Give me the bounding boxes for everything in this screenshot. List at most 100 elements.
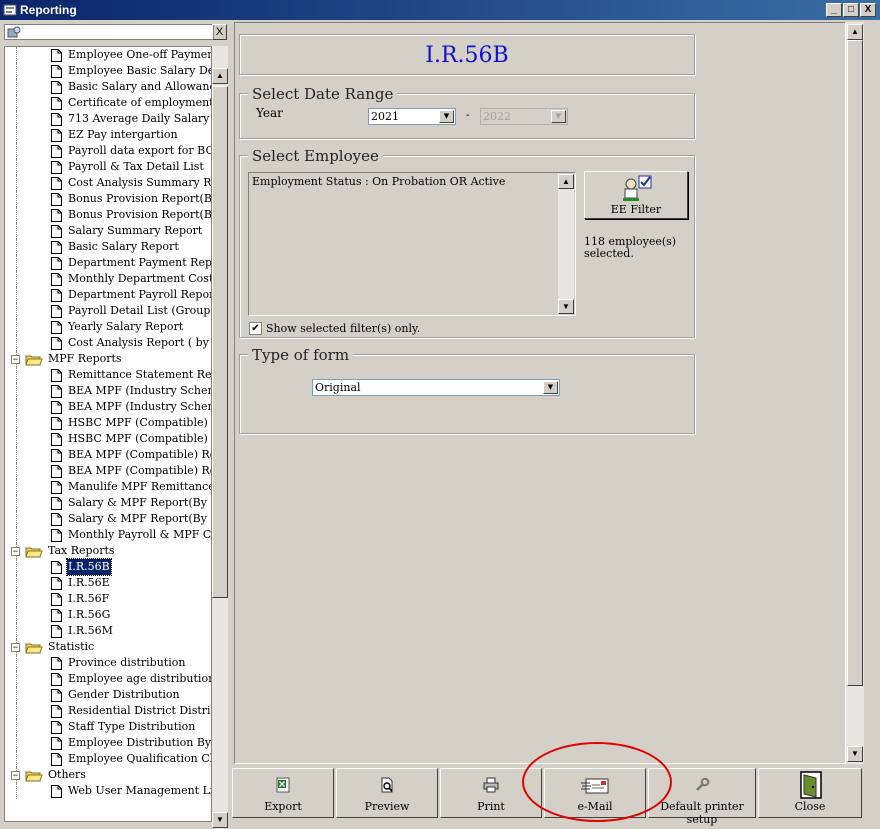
tree-item[interactable]: Employee Qualification Chart [5,751,211,767]
tree-item[interactable]: Employee Distribution By Dep [5,735,211,751]
employee-filter-list[interactable]: Employment Status : On Probation OR Acti… [248,172,576,316]
tree-item[interactable]: Bonus Provision Report(By St [5,191,211,207]
tree-connector [16,719,17,735]
main-vertical-scrollbar[interactable]: ▲ ▼ [846,22,864,764]
close-window-button[interactable]: X [860,3,876,17]
tree-connector [16,527,17,543]
from-year-select[interactable]: 2021 ▼ [368,108,456,125]
tree-item[interactable]: Employee Basic Salary Detail F [5,63,211,79]
tree-item-label: Employee One-off Payment Re [68,48,211,61]
tree-item[interactable]: Staff Type Distribution [5,719,211,735]
tree-item-label: Payroll & Tax Detail List [68,160,204,173]
tree-item[interactable]: Province distribution [5,655,211,671]
tree-item[interactable]: HSBC MPF (Compatible) Rem [5,415,211,431]
tree-item[interactable]: Cost Analysis Summary Repor [5,175,211,191]
email-button[interactable]: e-Mail [544,768,646,818]
tree-item[interactable]: Manulife MPF Remittance state [5,479,211,495]
tree-item[interactable]: Cost Analysis Report ( by Bran [5,335,211,351]
tree-item[interactable]: I.R.56G [5,607,211,623]
show-selected-checkbox[interactable]: ✔ [249,322,262,335]
ee-filter-button[interactable]: EE Filter [584,171,688,219]
tree-folder[interactable]: − Others [5,767,211,783]
chevron-down-icon[interactable]: ▼ [543,381,558,394]
tree-item[interactable]: Monthly Payroll & MPF Comp [5,527,211,543]
export-button[interactable]: Export [232,768,334,818]
tree-item[interactable]: Monthly Department Cost of L [5,271,211,287]
tree-item[interactable]: Payroll Detail List (Group by P [5,303,211,319]
tree-item[interactable]: Web User Management List [5,783,211,799]
main-scroll-thumb[interactable] [847,40,863,686]
tree-connector [16,223,17,239]
document-icon [51,209,62,222]
tree-item[interactable]: Residential District Distribution [5,703,211,719]
tree-connector [16,159,17,175]
tree-item-label: Employee Qualification Chart [68,752,211,765]
tree-item[interactable]: Salary Summary Report [5,223,211,239]
tree-item[interactable]: I.R.56M [5,623,211,639]
tree-folder[interactable]: − Tax Reports [5,543,211,559]
tree-item[interactable]: Department Payment Report [5,255,211,271]
tree-item[interactable]: I.R.56F [5,591,211,607]
tree-item[interactable]: I.R.56B [5,558,211,576]
chevron-down-icon[interactable]: ▼ [439,110,454,123]
print-button[interactable]: Print [440,768,542,818]
tree-item[interactable]: Salary & MPF Report(By Dept [5,511,211,527]
scroll-up-icon[interactable]: ▲ [847,24,863,40]
tree-item[interactable]: Gender Distribution [5,687,211,703]
minimize-button[interactable]: _ [826,3,842,17]
tree-rows: Employee One-off Payment Re Employee Basi… [5,47,212,799]
scroll-down-icon[interactable]: ▼ [558,299,574,314]
collapse-icon[interactable]: − [11,643,20,652]
tree-item[interactable]: Employee age distribution [5,671,211,687]
form-type-select[interactable]: Original ▼ [312,379,560,396]
type-of-form-group: Type of form Original ▼ [239,346,695,434]
tree-item[interactable]: Basic Salary Report [5,239,211,255]
tree-close-button[interactable]: X [212,24,227,40]
tree-connector [16,287,17,303]
tree-scroll-thumb[interactable] [212,86,228,598]
tree-vertical-scrollbar[interactable]: ▲ ▼ [212,46,228,829]
default-printer-setup-button[interactable]: Default printer setup [648,768,756,826]
tree-folder[interactable]: − Statistic [5,639,211,655]
document-icon [51,145,62,158]
tree-item-label: Basic Salary Report [68,240,179,253]
tree-connector [16,495,17,511]
tree-item[interactable]: Yearly Salary Report [5,319,211,335]
tree-item[interactable]: BEA MPF (Compatible) Remit [5,463,211,479]
tree-item-label: I.R.56F [68,592,110,605]
maximize-button[interactable]: □ [843,3,859,17]
tree-item[interactable]: Payroll & Tax Detail List [5,159,211,175]
tree-item[interactable]: BEA MPF (Industry Scheme) R [5,399,211,415]
tree-item[interactable]: Salary & MPF Report(By Staff [5,495,211,511]
collapse-icon[interactable]: − [11,547,20,556]
scroll-up-icon[interactable]: ▲ [212,68,228,84]
tree-item[interactable]: Certificate of employment [5,95,211,111]
collapse-icon[interactable]: − [11,771,20,780]
tree-item[interactable]: EZ Pay intergartion [5,127,211,143]
tree-item[interactable]: Payroll data export for BCT Fl [5,143,211,159]
scroll-down-icon[interactable]: ▼ [212,812,228,828]
tree-connector [16,575,17,591]
close-button[interactable]: Close [758,768,862,818]
tree-search-input[interactable] [23,25,211,39]
scroll-up-icon[interactable]: ▲ [558,174,574,189]
document-icon [51,449,62,462]
tree-item[interactable]: BEA MPF (Compatible) Remit [5,447,211,463]
tree-item[interactable]: HSBC MPF (Compatible) Rem [5,431,211,447]
scroll-down-icon[interactable]: ▼ [847,746,863,762]
tree-item[interactable]: I.R.56E [5,575,211,591]
preview-button[interactable]: Preview [336,768,438,818]
tree-item[interactable]: Remittance Statement Report [5,367,212,383]
report-tree[interactable]: Employee One-off Payment Re Employee Basi… [4,46,212,822]
tree-item[interactable]: Employee One-off Payment Re [5,47,211,63]
tree-folder[interactable]: − MPF Reports [5,351,211,367]
tree-item-label: Remittance Statement Report [68,368,212,381]
filter-list-scrollbar[interactable]: ▲ ▼ [558,174,574,314]
tree-item[interactable]: Basic Salary and Allowances R [5,79,211,95]
collapse-icon[interactable]: − [11,355,20,364]
tree-item[interactable]: Department Payroll Report [5,287,211,303]
tree-item-label: Cost Analysis Report ( by Bran [68,336,211,349]
tree-item[interactable]: Bonus Provision Report(By De [5,207,211,223]
tree-item[interactable]: BEA MPF (Industry Scheme) C [5,383,211,399]
tree-item[interactable]: 713 Average Daily Salary Brea [5,111,211,127]
